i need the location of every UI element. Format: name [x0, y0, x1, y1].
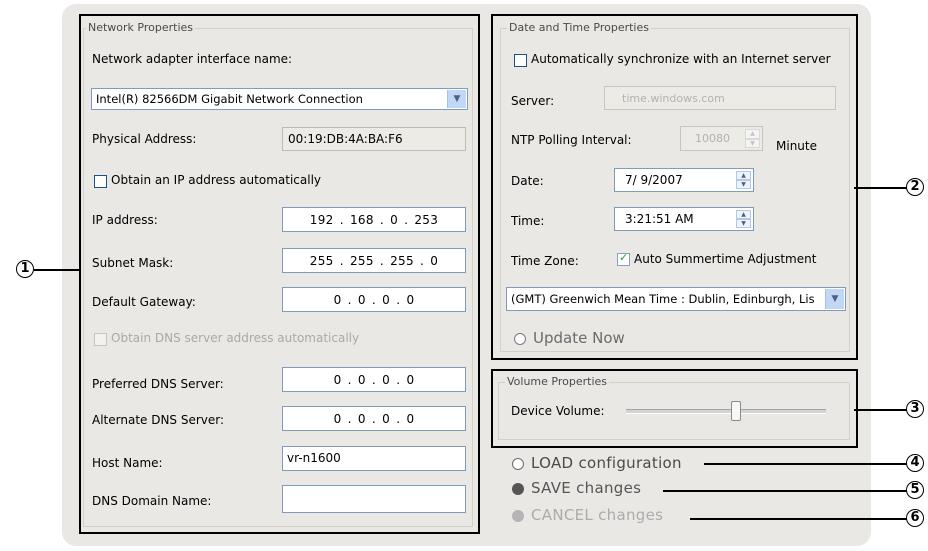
- dns-domain-input[interactable]: [282, 485, 466, 513]
- time-picker[interactable]: 3:21:51 AM ▲ ▼: [614, 207, 754, 231]
- callout-line-6: [690, 518, 907, 520]
- ntp-unit-label: Minute: [776, 139, 817, 153]
- server-input: time.windows.com: [604, 86, 836, 110]
- subnet-mask-label: Subnet Mask:: [92, 256, 174, 270]
- save-radio[interactable]: [512, 483, 524, 495]
- callout-number-6: 6: [906, 509, 924, 527]
- auto-sync-checkbox[interactable]: [514, 54, 527, 67]
- checkmark-icon: ✓: [619, 251, 629, 264]
- chevron-down-icon[interactable]: ▼: [447, 90, 466, 108]
- ntp-interval-label: NTP Polling Interval:: [511, 133, 632, 147]
- callout-line-2: [854, 187, 907, 189]
- update-now-label[interactable]: Update Now: [533, 329, 625, 347]
- preferred-dns-input[interactable]: 0 . 0 . 0 . 0: [282, 367, 466, 392]
- alternate-dns-label: Alternate DNS Server:: [92, 413, 225, 427]
- adapter-label: Network adapter interface name:: [92, 52, 293, 66]
- adapter-dropdown[interactable]: Intel(R) 82566DM Gigabit Network Connect…: [91, 88, 468, 110]
- load-configuration-button[interactable]: LOAD configuration: [531, 454, 682, 472]
- host-name-input[interactable]: vr-n1600: [282, 446, 466, 471]
- callout-number-5: 5: [906, 481, 924, 499]
- cancel-changes-button[interactable]: CANCEL changes: [531, 506, 663, 524]
- save-changes-button[interactable]: SAVE changes: [531, 479, 641, 497]
- cancel-radio[interactable]: [512, 510, 524, 522]
- time-label: Time:: [511, 214, 545, 228]
- obtain-ip-label[interactable]: Obtain an IP address automatically: [111, 173, 321, 187]
- summertime-checkbox[interactable]: ✓: [617, 251, 630, 266]
- time-zone-dropdown[interactable]: (GMT) Greenwich Mean Time : Dublin, Edin…: [506, 287, 846, 311]
- dns-domain-label: DNS Domain Name:: [92, 494, 212, 508]
- physical-address-field: 00:19:DB:4A:BA:F6: [282, 127, 466, 151]
- auto-sync-label[interactable]: Automatically synchronize with an Intern…: [531, 52, 831, 66]
- callout-number-4: 4: [906, 454, 924, 472]
- callout-number-1: 1: [16, 260, 34, 278]
- callout-line-3: [854, 409, 907, 411]
- date-label: Date:: [511, 174, 544, 188]
- physical-address-label: Physical Address:: [92, 132, 197, 146]
- default-gateway-label: Default Gateway:: [92, 295, 196, 309]
- obtain-dns-checkbox: [94, 333, 107, 346]
- time-zone-value: (GMT) Greenwich Mean Time : Dublin, Edin…: [511, 292, 815, 306]
- time-spinner-icon[interactable]: ▲ ▼: [736, 210, 751, 228]
- subnet-mask-input[interactable]: 255 . 255 . 255 . 0: [282, 248, 466, 273]
- callout-line-4: [704, 463, 907, 465]
- callout-line-5: [663, 490, 907, 492]
- host-name-value: vr-n1600: [287, 451, 341, 465]
- callout-number-2: 2: [906, 178, 924, 196]
- default-gateway-input[interactable]: 0 . 0 . 0 . 0: [282, 287, 466, 312]
- host-name-label: Host Name:: [92, 456, 163, 470]
- date-spinner-icon[interactable]: ▲ ▼: [736, 171, 751, 189]
- adapter-value: Intel(R) 82566DM Gigabit Network Connect…: [96, 92, 363, 106]
- date-value: 7/ 9/2007: [625, 173, 683, 187]
- time-zone-label: Time Zone:: [511, 254, 579, 268]
- obtain-dns-label: Obtain DNS server address automatically: [111, 331, 360, 345]
- preferred-dns-label: Preferred DNS Server:: [92, 377, 224, 391]
- volume-properties-legend: Volume Properties: [505, 375, 609, 388]
- volume-slider-thumb[interactable]: [731, 401, 741, 421]
- physical-address-value: 00:19:DB:4A:BA:F6: [288, 132, 403, 146]
- obtain-ip-checkbox[interactable]: [94, 175, 107, 188]
- alternate-dns-input[interactable]: 0 . 0 . 0 . 0: [282, 406, 466, 431]
- server-label: Server:: [511, 94, 555, 108]
- callout-number-3: 3: [906, 400, 924, 418]
- chevron-down-icon[interactable]: ▼: [825, 289, 844, 309]
- ip-address-input[interactable]: 192 . 168 . 0 . 253: [282, 207, 466, 232]
- update-now-radio[interactable]: [514, 333, 526, 345]
- load-radio[interactable]: [512, 458, 524, 470]
- date-picker[interactable]: 7/ 9/2007 ▲ ▼: [614, 168, 754, 192]
- time-value: 3:21:51 AM: [625, 212, 694, 226]
- network-properties-legend: Network Properties: [86, 21, 196, 34]
- datetime-properties-legend: Date and Time Properties: [507, 21, 651, 34]
- device-volume-label: Device Volume:: [511, 404, 605, 418]
- summertime-label[interactable]: Auto Summertime Adjustment: [634, 252, 816, 266]
- ntp-interval-input: 10080 ▲ ▼: [680, 126, 763, 151]
- server-value: time.windows.com: [622, 92, 725, 105]
- callout-line-1: [34, 269, 80, 271]
- ntp-spinner-icon: ▲ ▼: [745, 129, 760, 148]
- ip-address-label: IP address:: [92, 213, 158, 227]
- volume-slider-track[interactable]: [626, 409, 826, 414]
- ntp-interval-value: 10080: [695, 132, 730, 145]
